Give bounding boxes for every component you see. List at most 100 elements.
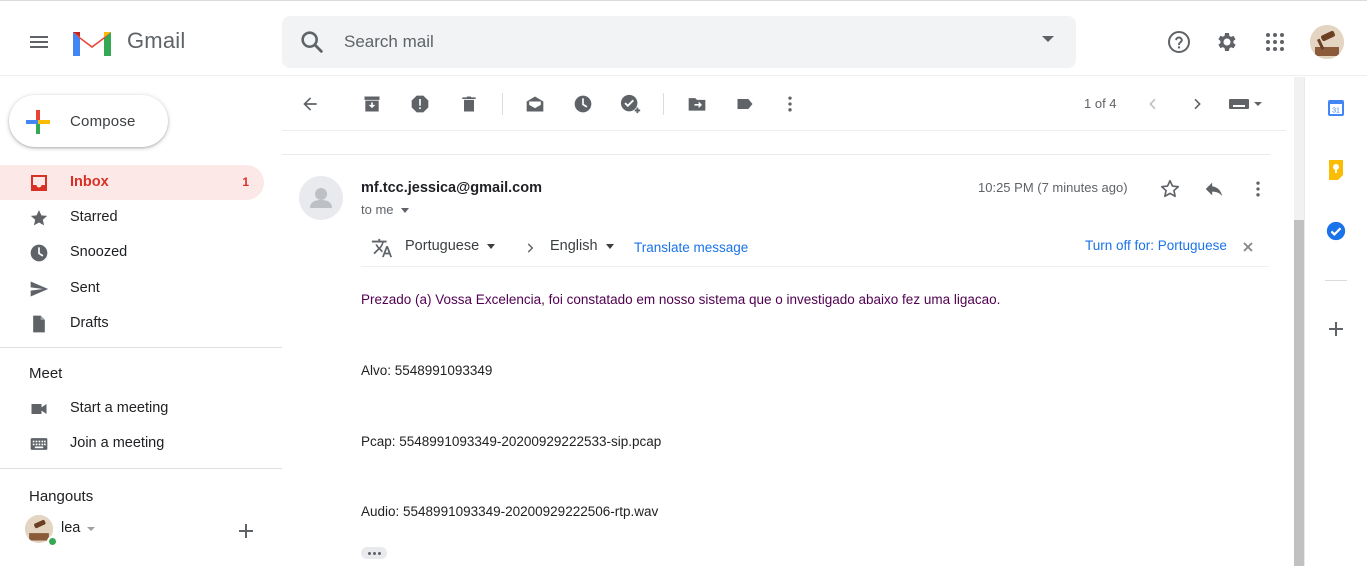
sidebar-item-start-meeting[interactable]: Start a meeting [0, 391, 264, 426]
new-conversation-button[interactable] [234, 519, 258, 543]
chevron-left-icon [1149, 98, 1156, 110]
archive-icon [364, 96, 380, 112]
arrow-left-icon [303, 97, 317, 111]
translate-icon [371, 238, 393, 258]
newer-button[interactable] [1137, 88, 1169, 120]
toolbar-divider [502, 93, 503, 115]
profile-picture-icon [1310, 25, 1344, 59]
mail-open-icon [526, 96, 544, 112]
sender-avatar [299, 176, 343, 220]
sidebar-item-sent[interactable]: Sent [0, 271, 264, 306]
report-spam-button[interactable] [404, 88, 436, 120]
source-language-selector[interactable]: Portuguese [405, 238, 496, 254]
keyboard-icon [1229, 99, 1262, 109]
sidebar-item-drafts[interactable]: Drafts [0, 306, 264, 341]
mark-unread-button[interactable] [519, 88, 551, 120]
person-icon [310, 188, 332, 208]
sidebar-item-label: Snoozed [70, 244, 128, 260]
sidebar: Compose Inbox 1 Starred Snoozed Sent Dra… [0, 77, 282, 566]
chevron-down-icon [400, 208, 409, 214]
gmail-logo-icon[interactable] [70, 26, 114, 58]
search-icon[interactable] [298, 28, 326, 56]
apps-button[interactable] [1255, 22, 1295, 62]
move-to-button[interactable] [681, 88, 713, 120]
sidebar-item-label: Start a meeting [70, 400, 169, 416]
translate-bar: Portuguese English Translate message Tur… [361, 230, 1269, 267]
support-button[interactable] [1159, 22, 1199, 62]
app-name: Gmail [127, 28, 186, 53]
sidebar-item-snoozed[interactable]: Snoozed [0, 235, 264, 270]
reply-button[interactable] [1200, 175, 1228, 203]
recipient-details[interactable]: to me [361, 202, 409, 217]
back-button[interactable] [294, 88, 326, 120]
main-menu-button[interactable] [19, 22, 59, 62]
compose-plus-icon [26, 110, 50, 134]
get-add-ons-button[interactable] [1322, 315, 1350, 343]
plus-icon [239, 524, 253, 538]
sender-email[interactable]: mf.tcc.jessica@gmail.com [361, 180, 542, 196]
clock-icon [574, 95, 592, 113]
older-button[interactable] [1181, 88, 1213, 120]
star-icon [28, 207, 50, 229]
compose-label: Compose [70, 113, 136, 130]
send-icon [28, 278, 50, 300]
hangouts-user[interactable]: lea [25, 515, 265, 549]
sidebar-item-starred[interactable]: Starred [0, 200, 264, 235]
add-to-tasks-button[interactable] [615, 88, 647, 120]
search-input[interactable] [344, 28, 1004, 56]
tasks-button[interactable] [1322, 217, 1350, 245]
chevron-down-icon [605, 243, 614, 249]
folder-move-icon [688, 98, 706, 111]
search-bar[interactable] [282, 16, 1076, 68]
turn-off-translation-link[interactable]: Turn off for: Portuguese [1085, 238, 1227, 253]
translate-message-link[interactable]: Translate message [634, 240, 748, 255]
apps-grid-icon [1266, 33, 1284, 51]
account-avatar[interactable] [1310, 25, 1344, 59]
compose-button[interactable]: Compose [9, 95, 168, 147]
sidebar-item-label: Drafts [70, 315, 109, 331]
sidebar-item-label: Sent [70, 280, 100, 296]
chevron-down-icon [487, 243, 496, 249]
target-language-label: English [550, 238, 598, 254]
draft-icon [28, 313, 50, 335]
show-trimmed-content-button[interactable] [361, 547, 387, 559]
calendar-button[interactable]: 31 [1322, 94, 1350, 122]
scrollbar-thumb[interactable] [1294, 220, 1304, 566]
side-panel-divider [1325, 280, 1347, 281]
settings-button[interactable] [1207, 22, 1247, 62]
chevron-right-icon [527, 243, 534, 253]
keyboard-icon [28, 433, 50, 455]
delete-button[interactable] [453, 88, 485, 120]
keep-button[interactable] [1322, 156, 1350, 184]
trash-icon [462, 96, 476, 112]
top-bar: Gmail [0, 6, 1367, 76]
sidebar-item-inbox[interactable]: Inbox 1 [0, 165, 264, 200]
sidebar-item-label: Join a meeting [70, 435, 165, 451]
archive-button[interactable] [356, 88, 388, 120]
lightbulb-icon [1329, 160, 1343, 180]
message-timestamp: 10:25 PM (7 minutes ago) [978, 180, 1128, 195]
side-panel: 31 [1304, 77, 1367, 566]
chevron-right-icon [1194, 98, 1201, 110]
message-body-target: Alvo: 5548991093349 [361, 363, 493, 378]
reply-icon [1205, 182, 1223, 197]
plus-icon [1329, 322, 1343, 336]
more-options-button[interactable] [774, 88, 806, 120]
message-more-button[interactable] [1244, 175, 1272, 203]
recipient-label: to me [361, 202, 394, 217]
meet-section-title: Meet [29, 365, 63, 382]
label-icon [737, 99, 753, 109]
video-icon [28, 398, 50, 420]
target-language-selector[interactable]: English [550, 238, 614, 254]
message-body-audio: Audio: 5548991093349-20200929222506-rtp.… [361, 504, 659, 519]
search-options-chevron-down-icon[interactable] [1042, 36, 1054, 42]
close-icon[interactable] [1241, 240, 1255, 254]
labels-button[interactable] [729, 88, 761, 120]
snooze-button[interactable] [567, 88, 599, 120]
input-tools-button[interactable] [1224, 88, 1266, 120]
svg-text:31: 31 [1332, 108, 1340, 115]
gear-icon [1218, 33, 1236, 51]
chevron-down-icon[interactable] [87, 527, 95, 531]
star-button[interactable] [1156, 175, 1184, 203]
sidebar-item-join-meeting[interactable]: Join a meeting [0, 426, 264, 461]
